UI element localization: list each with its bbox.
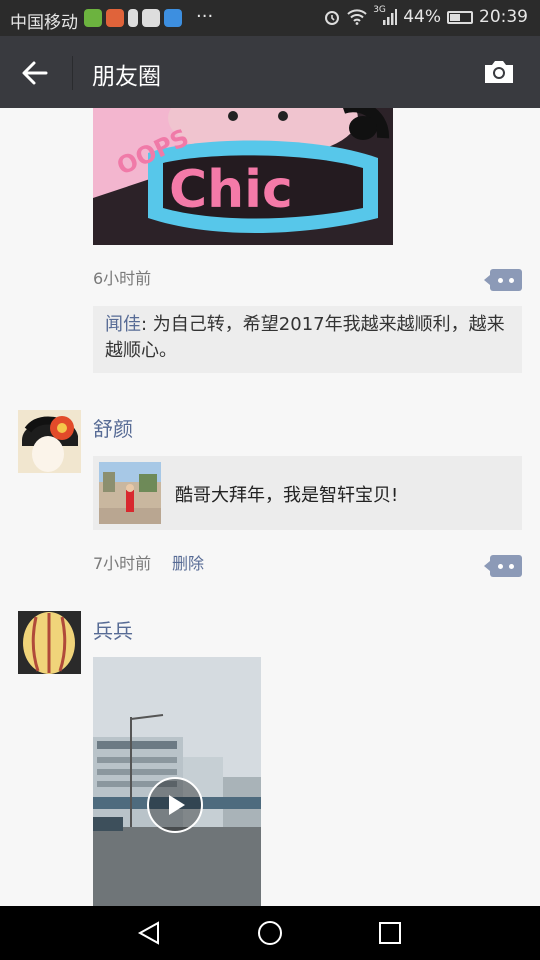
moments-feed[interactable]: OOPS Chic 6小时前 闻佳: 为自己转，希望2017年我越来越顺利，越来… xyxy=(0,108,540,906)
nav-recents-icon[interactable] xyxy=(376,919,404,947)
more-notifications-indicator: ··· xyxy=(196,6,214,27)
nav-home-icon[interactable] xyxy=(256,919,284,947)
page-title: 朋友圈 xyxy=(92,64,161,90)
alarm-icon xyxy=(325,11,340,25)
comment-author[interactable]: 闻佳 xyxy=(105,314,141,335)
poster-name[interactable]: 兵兵 xyxy=(93,615,133,644)
divider xyxy=(72,56,73,90)
paw-icon xyxy=(164,9,182,27)
clock-time: 20:39 xyxy=(479,7,528,27)
system-nav-bar xyxy=(0,906,540,960)
status-bar: 中国移动 ··· 3G 44% 20:39 xyxy=(0,0,540,36)
camera-icon[interactable] xyxy=(482,58,516,86)
post-image[interactable]: OOPS Chic xyxy=(93,108,393,245)
delete-button[interactable]: 删除 xyxy=(172,550,204,574)
shared-link-card[interactable]: 酷哥大拜年，我是智轩宝贝! xyxy=(93,456,522,530)
wifi-icon xyxy=(347,9,367,25)
avatar[interactable] xyxy=(18,410,81,473)
comment-icon[interactable] xyxy=(484,555,522,577)
shared-link-title: 酷哥大拜年，我是智轩宝贝! xyxy=(175,485,399,506)
comment-separator: : xyxy=(141,314,153,335)
warning-icon xyxy=(128,9,138,27)
cell-signal-icon: 3G xyxy=(373,5,398,26)
shared-link-thumbnail xyxy=(99,462,161,524)
carrier-name: 中国移动 xyxy=(10,13,78,33)
nav-back-icon[interactable] xyxy=(136,919,164,947)
app-notification-icon xyxy=(106,9,124,27)
comment-text: 为自己转，希望2017年我越来越顺利，越来越顺心。 xyxy=(105,314,505,361)
notification-icons xyxy=(84,9,182,27)
poster-name[interactable]: 舒颜 xyxy=(93,413,133,442)
app-notification-icon xyxy=(84,9,102,27)
sticker-text-chic: Chic xyxy=(169,160,293,220)
avatar[interactable] xyxy=(18,611,81,674)
system-indicators: 3G 44% 20:39 xyxy=(323,5,528,27)
video-thumbnail[interactable] xyxy=(93,657,261,906)
post-time: 6小时前 xyxy=(93,269,152,288)
post-time: 7小时前 xyxy=(93,554,152,573)
bag-icon xyxy=(142,9,160,27)
app-bar: 朋友圈 xyxy=(0,36,540,108)
comment-area: 闻佳: 为自己转，希望2017年我越来越顺利，越来越顺心。 xyxy=(93,306,522,373)
play-button[interactable] xyxy=(147,777,203,833)
battery-icon xyxy=(447,10,473,24)
battery-percent: 44% xyxy=(403,7,441,27)
back-arrow-icon[interactable] xyxy=(20,58,50,88)
play-icon xyxy=(169,795,185,815)
comment-icon[interactable] xyxy=(484,269,522,291)
